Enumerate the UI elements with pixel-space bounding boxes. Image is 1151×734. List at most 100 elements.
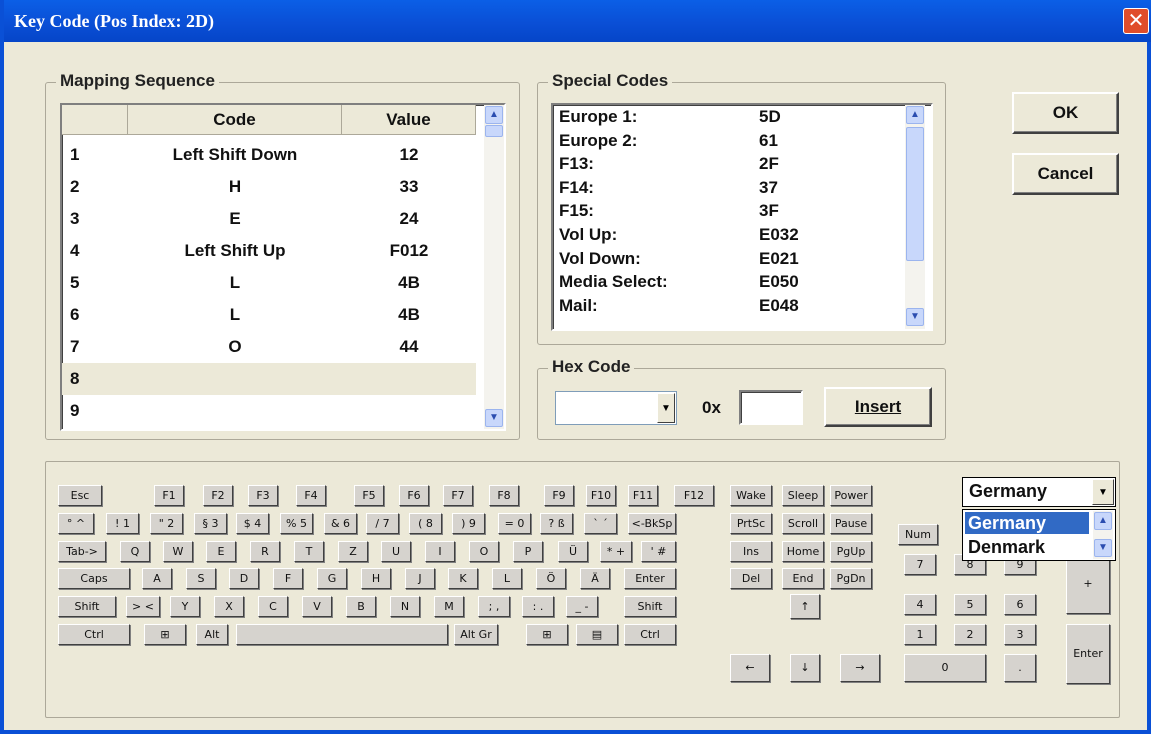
keyboard-key[interactable]: S bbox=[186, 568, 216, 589]
keyboard-key[interactable]: % 5 bbox=[280, 513, 313, 534]
keyboard-key[interactable]: & 6 bbox=[324, 513, 357, 534]
chevron-down-icon[interactable]: ▼ bbox=[1092, 479, 1114, 505]
list-item[interactable]: Europe 1: 5D bbox=[559, 107, 899, 127]
keyboard-key[interactable]: 6 bbox=[1004, 594, 1036, 615]
key-sleep[interactable]: Sleep bbox=[782, 485, 824, 506]
layout-dropdown-scrollbar[interactable]: ▲ ▼ bbox=[1093, 511, 1113, 559]
key-num[interactable]: Num bbox=[898, 524, 938, 545]
scroll-down-icon[interactable]: ▼ bbox=[485, 409, 503, 427]
keyboard-key[interactable]: ) 9 bbox=[452, 513, 485, 534]
key-enter[interactable]: Enter bbox=[624, 568, 676, 589]
key-function[interactable]: F8 bbox=[489, 485, 519, 506]
key-function[interactable]: F2 bbox=[203, 485, 233, 506]
key-wake[interactable]: Wake bbox=[730, 485, 772, 506]
key-space[interactable] bbox=[236, 624, 448, 645]
key-function[interactable]: F6 bbox=[399, 485, 429, 506]
list-item[interactable]: Mail: E048 bbox=[559, 296, 899, 316]
keyboard-key[interactable]: Ö bbox=[536, 568, 566, 589]
hex-code-combo[interactable]: ▼ bbox=[555, 391, 677, 425]
keyboard-key[interactable]: L bbox=[492, 568, 522, 589]
hex-code-input[interactable] bbox=[739, 390, 803, 425]
table-row[interactable]: 7 O 44 bbox=[62, 331, 476, 363]
keyboard-key[interactable]: D bbox=[229, 568, 259, 589]
keyboard-key[interactable]: 1 bbox=[904, 624, 936, 645]
key-shift[interactable]: Shift bbox=[58, 596, 116, 617]
key-function[interactable]: F11 bbox=[628, 485, 658, 506]
key-function[interactable]: F10 bbox=[586, 485, 616, 506]
key-esc[interactable]: Esc bbox=[58, 485, 102, 506]
keyboard-key[interactable]: Z bbox=[338, 541, 368, 562]
layout-option-germany[interactable]: Germany bbox=[965, 512, 1089, 534]
column-header-value[interactable]: Value bbox=[342, 105, 476, 135]
scroll-up-icon[interactable]: ▲ bbox=[485, 106, 503, 124]
keyboard-key[interactable]: A bbox=[142, 568, 172, 589]
key-backspace[interactable]: <-BkSp bbox=[628, 513, 676, 534]
key-numpad-enter[interactable]: Enter bbox=[1066, 624, 1110, 684]
keyboard-key[interactable]: U bbox=[381, 541, 411, 562]
keyboard-key[interactable]: Ä bbox=[580, 568, 610, 589]
keyboard-key[interactable]: Q bbox=[120, 541, 150, 562]
cancel-button[interactable]: Cancel bbox=[1012, 153, 1119, 195]
keyboard-key[interactable]: + bbox=[1066, 554, 1110, 614]
keyboard-key[interactable]: > < bbox=[126, 596, 160, 617]
keyboard-key[interactable]: Y bbox=[170, 596, 200, 617]
keyboard-key[interactable]: . bbox=[1004, 654, 1036, 682]
table-row[interactable]: 3 E 24 bbox=[62, 203, 476, 235]
column-header-index[interactable] bbox=[62, 105, 128, 135]
arrow-right-icon[interactable]: → bbox=[840, 654, 880, 682]
keyboard-key[interactable]: PrtSc bbox=[730, 513, 772, 534]
keyboard-key[interactable]: M bbox=[434, 596, 464, 617]
keyboard-key[interactable]: X bbox=[214, 596, 244, 617]
key-alt-gr[interactable]: Alt Gr bbox=[454, 624, 498, 645]
keyboard-key[interactable]: V bbox=[302, 596, 332, 617]
keyboard-key[interactable]: $ 4 bbox=[236, 513, 269, 534]
keyboard-key[interactable]: = 0 bbox=[498, 513, 531, 534]
arrow-up-icon[interactable]: ↑ bbox=[790, 594, 820, 619]
scroll-down-icon[interactable]: ▼ bbox=[1094, 539, 1112, 557]
keyboard-key[interactable]: Ü bbox=[558, 541, 588, 562]
keyboard-key[interactable]: _ - bbox=[566, 596, 598, 617]
key-function[interactable]: F9 bbox=[544, 485, 574, 506]
keyboard-key[interactable]: 7 bbox=[904, 554, 936, 575]
keyboard-key[interactable]: ? ß bbox=[540, 513, 573, 534]
keyboard-key[interactable]: End bbox=[782, 568, 824, 589]
table-row[interactable]: 2 H 33 bbox=[62, 171, 476, 203]
scroll-thumb[interactable] bbox=[485, 125, 503, 137]
windows-icon[interactable]: ⊞ bbox=[144, 624, 186, 645]
special-codes-scrollbar[interactable]: ▲ ▼ bbox=[905, 105, 925, 329]
keyboard-key[interactable]: B bbox=[346, 596, 376, 617]
key-function[interactable]: F3 bbox=[248, 485, 278, 506]
scroll-up-icon[interactable]: ▲ bbox=[1094, 512, 1112, 530]
chevron-down-icon[interactable]: ▼ bbox=[657, 393, 675, 423]
keyboard-key[interactable]: G bbox=[317, 568, 347, 589]
close-button[interactable]: ✕ bbox=[1123, 8, 1149, 34]
key-function[interactable]: F7 bbox=[443, 485, 473, 506]
mapping-list[interactable]: Code Value 1 Left Shift Down 12 2 H 33 3 E 24 4 Le… bbox=[60, 103, 506, 431]
keyboard-key[interactable]: P bbox=[513, 541, 543, 562]
keyboard-key[interactable]: E bbox=[206, 541, 236, 562]
list-item[interactable]: Europe 2: 61 bbox=[559, 131, 899, 151]
keyboard-key[interactable]: R bbox=[250, 541, 280, 562]
table-row[interactable]: 6 L 4B bbox=[62, 299, 476, 331]
keyboard-key[interactable]: C bbox=[258, 596, 288, 617]
keyboard-key[interactable]: PgDn bbox=[830, 568, 872, 589]
list-item[interactable]: Vol Down: E021 bbox=[559, 249, 899, 269]
keyboard-key[interactable]: 4 bbox=[904, 594, 936, 615]
key-ctrl[interactable]: Ctrl bbox=[624, 624, 676, 645]
table-row[interactable]: 5 L 4B bbox=[62, 267, 476, 299]
table-row[interactable]: 4 Left Shift Up F012 bbox=[62, 235, 476, 267]
list-item[interactable]: Vol Up: E032 bbox=[559, 225, 899, 245]
key-power[interactable]: Power bbox=[830, 485, 872, 506]
arrow-down-icon[interactable]: ↓ bbox=[790, 654, 820, 682]
key-function[interactable]: F4 bbox=[296, 485, 326, 506]
keyboard-key[interactable]: * + bbox=[600, 541, 632, 562]
keyboard-key[interactable]: T bbox=[294, 541, 324, 562]
keyboard-key[interactable]: Home bbox=[782, 541, 824, 562]
keyboard-key[interactable]: Ins bbox=[730, 541, 772, 562]
ok-button[interactable]: OK bbox=[1012, 92, 1119, 134]
table-row[interactable]: 1 Left Shift Down 12 bbox=[62, 139, 476, 171]
keyboard-key[interactable]: N bbox=[390, 596, 420, 617]
key-function[interactable]: F12 bbox=[674, 485, 714, 506]
keyboard-key[interactable]: § 3 bbox=[194, 513, 227, 534]
scroll-up-icon[interactable]: ▲ bbox=[906, 106, 924, 124]
